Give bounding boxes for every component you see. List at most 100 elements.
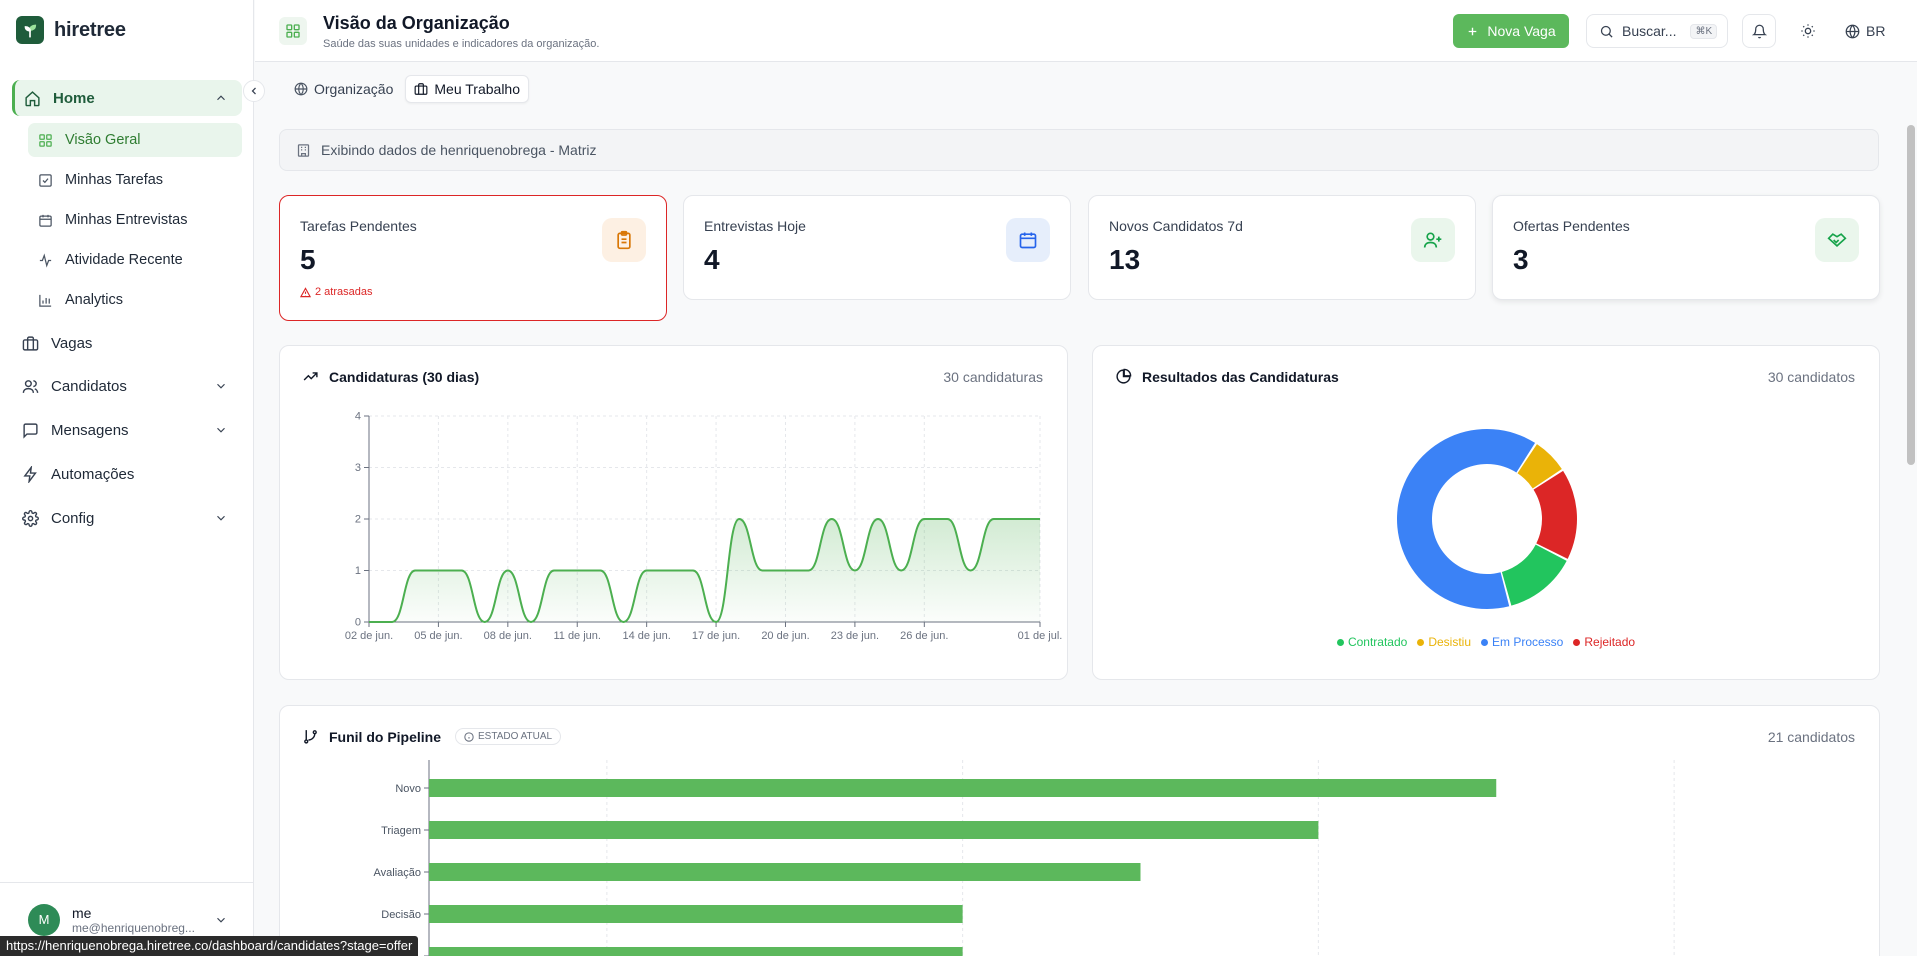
user-email: me@henriquenobreg... — [72, 920, 195, 935]
sidebar-item-vagas[interactable]: Vagas — [12, 325, 242, 361]
sidebar-item-automacoes[interactable]: Automações — [12, 456, 242, 492]
y-tick-label: 1 — [355, 565, 361, 577]
status-url: https://henriquenobrega.hiretree.co/dash… — [0, 936, 419, 956]
tab-meu-trabalho[interactable]: Meu Trabalho — [405, 75, 529, 103]
briefcase-icon — [414, 82, 428, 96]
message-icon — [22, 422, 39, 439]
y-tick-label: Avaliação — [374, 867, 422, 879]
collapse-sidebar-button[interactable] — [243, 80, 265, 102]
kpi-value: 3 — [1513, 244, 1529, 275]
sidebar-item-mensagens[interactable]: Mensagens — [12, 412, 242, 448]
results-chart — [1397, 429, 1577, 609]
legend-item-em-processo[interactable]: Em Processo — [1481, 635, 1563, 649]
search-input[interactable]: Buscar... ⌘K — [1586, 14, 1728, 48]
bar — [429, 947, 963, 956]
sidebar-item-visao-geral[interactable]: Visão Geral — [28, 123, 242, 157]
theme-toggle-button[interactable] — [1791, 14, 1825, 48]
sidebar-item-minhas-entrevistas[interactable]: Minhas Entrevistas — [28, 203, 242, 237]
legend-item-desistiu[interactable]: Desistiu — [1417, 635, 1471, 649]
sidebar-item-candidatos[interactable]: Candidatos — [12, 368, 242, 404]
pipeline-card: Funil do Pipeline ESTADO ATUAL 21 candid… — [279, 705, 1880, 956]
slice-contratado — [1501, 544, 1567, 606]
legend-item-contratado[interactable]: Contratado — [1336, 635, 1407, 649]
y-tick-label: 0 — [355, 617, 361, 629]
sidebar-item-label: Vagas — [51, 334, 93, 352]
pipeline-chart: Novo Triagem Avaliação Decisão — [374, 760, 1675, 956]
kpi-interviews-today[interactable]: Entrevistas Hoje 4 — [683, 195, 1071, 300]
sidebar-item-config[interactable]: Config — [12, 500, 242, 536]
y-tick-label: Triagem — [381, 825, 421, 837]
kpi-label: Ofertas Pendentes — [1513, 218, 1630, 234]
sidebar-item-home[interactable]: Home — [12, 80, 242, 116]
kpi-alert-text: 2 atrasadas — [315, 286, 373, 298]
language-button[interactable]: BR — [1845, 14, 1885, 48]
bar-chart-icon — [38, 293, 53, 308]
series-area — [369, 519, 1040, 622]
x-tick-label: 02 de jun. — [345, 630, 393, 642]
y-tick-label: Decisão — [381, 909, 421, 921]
brand-name: hiretree — [54, 18, 126, 41]
y-tick-label: Novo — [395, 783, 421, 795]
home-icon — [24, 90, 41, 107]
x-tick-label: 20 de jun. — [761, 630, 809, 642]
kpi-alert: 2 atrasadas — [300, 286, 372, 298]
sidebar: hiretree Home Visão Geral Minhas Tarefas… — [0, 0, 254, 956]
search-shortcut: ⌘K — [1690, 23, 1718, 39]
bar — [429, 821, 1319, 839]
clipboard-icon — [602, 218, 646, 262]
calendar-icon — [38, 213, 53, 228]
chevron-up-icon — [214, 91, 228, 105]
x-tick-label: 11 de jun. — [553, 630, 601, 642]
sidebar-item-label: Config — [51, 509, 95, 527]
lightning-icon — [22, 465, 39, 483]
calendar-icon — [1006, 218, 1050, 262]
info-text: Exibindo dados de henriquenobrega - Matr… — [321, 142, 597, 158]
y-tick-label: 3 — [355, 462, 361, 474]
sidebar-item-label: Minhas Entrevistas — [65, 212, 188, 228]
gear-icon — [22, 509, 39, 527]
sidebar-item-atividade-recente[interactable]: Atividade Recente — [28, 243, 242, 277]
kpi-value: 5 — [300, 244, 316, 275]
plus-icon — [1466, 25, 1479, 38]
language-label: BR — [1866, 23, 1886, 39]
kpi-pending-tasks[interactable]: Tarefas Pendentes 5 2 atrasadas — [279, 195, 667, 321]
grid-icon — [38, 133, 53, 148]
sidebar-item-label: Visão Geral — [65, 132, 141, 148]
notifications-button[interactable] — [1742, 14, 1776, 48]
grid-icon — [279, 17, 307, 45]
sidebar-item-label: Minhas Tarefas — [65, 172, 164, 188]
results-card: Resultados das Candidaturas 30 candidato… — [1092, 345, 1880, 680]
page-scrollbar[interactable] — [1907, 125, 1915, 465]
x-tick-label: 14 de jun. — [622, 630, 670, 642]
brand[interactable]: hiretree — [16, 16, 126, 44]
kpi-new-candidates[interactable]: Novos Candidatos 7d 13 — [1088, 195, 1476, 300]
sidebar-item-label: Home — [53, 89, 95, 107]
sidebar-item-minhas-tarefas[interactable]: Minhas Tarefas — [28, 163, 242, 197]
tab-label: Organização — [314, 81, 394, 97]
view-tabs: Organização Meu Trabalho — [283, 72, 532, 104]
y-tick-label: 2 — [355, 514, 361, 526]
search-icon — [1599, 24, 1614, 39]
globe-icon — [1845, 24, 1860, 39]
legend-item-rejeitado[interactable]: Rejeitado — [1573, 635, 1635, 649]
x-tick-label: 01 de jul. — [1018, 630, 1063, 642]
user-plus-icon — [1411, 218, 1455, 262]
applications-chart: 0 1 2 3 4 02 de jun. 05 de jun. 08 de jun. 11 de… — [345, 411, 1063, 643]
user-name: me — [72, 904, 92, 921]
sidebar-item-analytics[interactable]: Analytics — [28, 283, 242, 317]
users-icon — [22, 378, 39, 395]
building-icon — [296, 143, 311, 158]
sidebar-item-label: Automações — [51, 465, 135, 483]
kpi-pending-offers[interactable]: Ofertas Pendentes 3 — [1492, 195, 1880, 300]
bar — [429, 863, 1141, 881]
chart-legend: Contratado Desistiu Em Processo Rejeitad… — [1093, 635, 1879, 649]
page-subtitle: Saúde das suas unidades e indicadores da… — [323, 38, 600, 50]
x-tick-label: 17 de jun. — [692, 630, 740, 642]
new-job-button[interactable]: Nova Vaga — [1453, 14, 1569, 48]
sidebar-item-label: Candidatos — [51, 377, 127, 395]
sun-icon — [1800, 23, 1816, 39]
bar — [429, 905, 963, 923]
tab-organizacao[interactable]: Organização — [286, 75, 401, 103]
chevron-down-icon — [214, 511, 228, 525]
y-tick-label: 4 — [355, 411, 361, 423]
